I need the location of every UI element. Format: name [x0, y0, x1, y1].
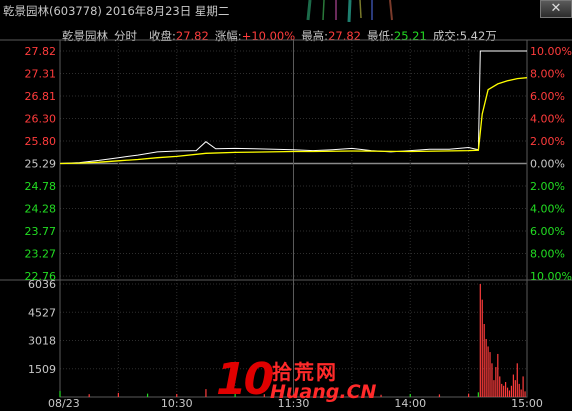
time-tick-label: 14:00 — [394, 397, 426, 410]
time-tick-label: 10:30 — [161, 397, 193, 410]
volume-axis: 6036 4527 3018 1509 — [28, 278, 56, 376]
price-tick-label: 23.27 — [25, 248, 57, 261]
percent-tick-label: 8.00% — [530, 68, 565, 81]
percent-tick-label: 8.00% — [530, 248, 565, 261]
price-tick-label: 27.82 — [25, 45, 57, 58]
percent-tick-label: 4.00% — [530, 203, 565, 216]
volume-tick-label: 1509 — [28, 363, 56, 376]
volume-tick-label: 3018 — [28, 335, 56, 348]
price-tick-label: 27.31 — [25, 68, 57, 81]
time-tick-label: 08/23 — [48, 397, 80, 410]
price-tick-label: 24.28 — [25, 203, 57, 216]
percent-tick-label: 6.00% — [530, 225, 565, 238]
price-tick-label: 25.80 — [25, 135, 57, 148]
percent-tick-label: 2.00% — [530, 135, 565, 148]
price-axis-left: 27.82 27.31 26.81 26.30 25.80 25.29 24.78 24.28… — [25, 45, 57, 283]
time-tick-label: 15:00 — [511, 397, 543, 410]
price-tick-label: 23.77 — [25, 225, 57, 238]
intraday-chart[interactable]: 27.82 27.31 26.81 26.30 25.80 25.29 24.78 24.28… — [0, 0, 572, 411]
price-tick-label: 24.78 — [25, 180, 57, 193]
watermark-logo: 10 — [216, 354, 274, 405]
volume-tick-label: 4527 — [28, 306, 56, 319]
percent-tick-label: 10.00% — [530, 45, 572, 58]
percent-axis-right: 10.00% 8.00% 6.00% 4.00% 2.00% 0.00% 2.00% 4.00… — [530, 45, 572, 283]
price-tick-label: 25.29 — [25, 158, 57, 171]
percent-tick-label: 2.00% — [530, 180, 565, 193]
percent-tick-label: 0.00% — [530, 158, 565, 171]
percent-tick-label: 6.00% — [530, 90, 565, 103]
watermark-en-text: Huang.CN — [270, 381, 377, 403]
price-tick-label: 26.81 — [25, 90, 57, 103]
price-tick-label: 26.30 — [25, 113, 57, 126]
percent-tick-label: 4.00% — [530, 113, 565, 126]
percent-tick-label: 10.00% — [530, 270, 572, 283]
volume-tick-label: 6036 — [28, 278, 56, 291]
